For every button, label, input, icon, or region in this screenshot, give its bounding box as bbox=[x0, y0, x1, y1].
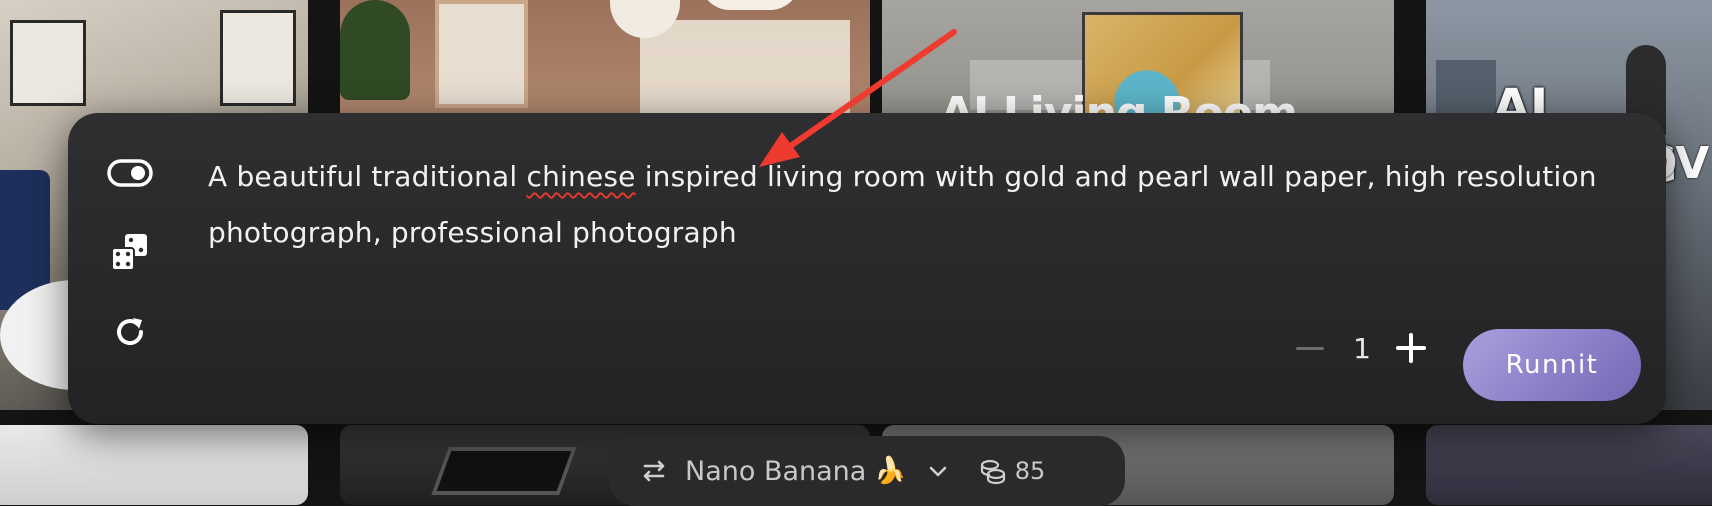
decrement-button[interactable] bbox=[1290, 326, 1334, 370]
misspelled-word: chinese bbox=[526, 160, 636, 193]
swap-icon[interactable] bbox=[639, 456, 669, 486]
chevron-down-icon[interactable] bbox=[927, 460, 949, 482]
prompt-input[interactable]: A beautiful traditional chinese inspired… bbox=[208, 149, 1608, 261]
runnit-button[interactable]: Runnit bbox=[1463, 329, 1641, 401]
gallery-tile-5[interactable] bbox=[0, 425, 308, 505]
dice-icon[interactable] bbox=[106, 229, 154, 277]
model-name: Nano Banana bbox=[685, 455, 867, 487]
wall-art bbox=[10, 20, 86, 106]
prompt-text-segment: A beautiful traditional bbox=[208, 160, 527, 193]
prompt-panel: A beautiful traditional chinese inspired… bbox=[68, 113, 1666, 424]
gallery-tile-8[interactable] bbox=[1426, 425, 1712, 505]
quantity-value: 1 bbox=[1353, 331, 1371, 365]
window-city-view bbox=[1436, 60, 1496, 120]
toggle-icon[interactable] bbox=[106, 149, 154, 197]
refresh-icon[interactable] bbox=[106, 308, 154, 356]
model-selector-bar[interactable]: Nano Banana 🍌 85 bbox=[609, 436, 1125, 506]
credits-count: 85 bbox=[1014, 457, 1046, 485]
wall-art bbox=[220, 10, 296, 106]
increment-button[interactable] bbox=[1390, 326, 1434, 370]
pendant-lamp bbox=[700, 0, 800, 10]
quantity-stepper: 1 bbox=[1290, 323, 1434, 373]
wall-art bbox=[435, 0, 528, 108]
coins-icon bbox=[980, 459, 1005, 485]
banana-icon: 🍌 bbox=[874, 456, 907, 486]
curtain bbox=[640, 20, 850, 120]
plant bbox=[340, 0, 410, 100]
